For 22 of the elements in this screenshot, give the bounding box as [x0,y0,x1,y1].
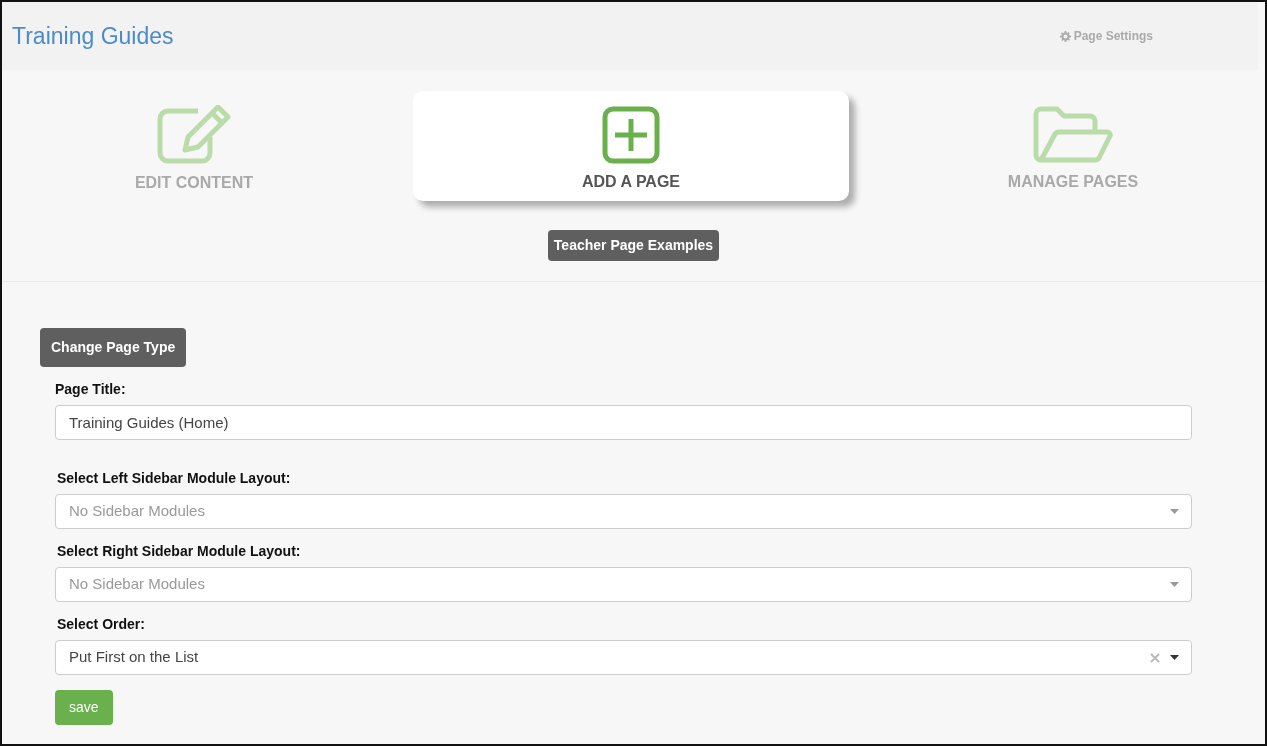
save-button[interactable]: save [55,690,113,725]
field-label: Select Right Sidebar Module Layout: [57,542,302,561]
select-field[interactable]: No Sidebar Modules [55,494,1192,529]
tab[interactable]: ADD A PAGE [413,91,849,201]
change-page-type-button[interactable]: Change Page Type [40,328,187,367]
select-field[interactable]: Put First on the List [55,640,1192,675]
gear-icon [1059,30,1071,42]
plus-square-icon [602,105,660,164]
examples-button[interactable]: Teacher Page Examples [547,230,720,261]
field-label: Select Left Sidebar Module Layout: [57,469,292,488]
tab[interactable]: EDIT CONTENT [119,91,269,201]
clear-icon[interactable] [1150,652,1160,663]
folder-icon [1033,105,1113,164]
tab[interactable]: MANAGE PAGES [993,91,1153,201]
pencil-square-icon [156,104,232,165]
select-field[interactable]: No Sidebar Modules [55,567,1192,602]
text-field[interactable]: Training Guides (Home) [55,405,1192,440]
page-title: Training Guides [12,21,174,51]
field-label: Select Order: [57,615,146,634]
field-label: Page Title: [55,380,127,399]
page-settings-link[interactable]: Page Settings [1059,27,1153,45]
caret-icon[interactable] [1170,655,1179,660]
